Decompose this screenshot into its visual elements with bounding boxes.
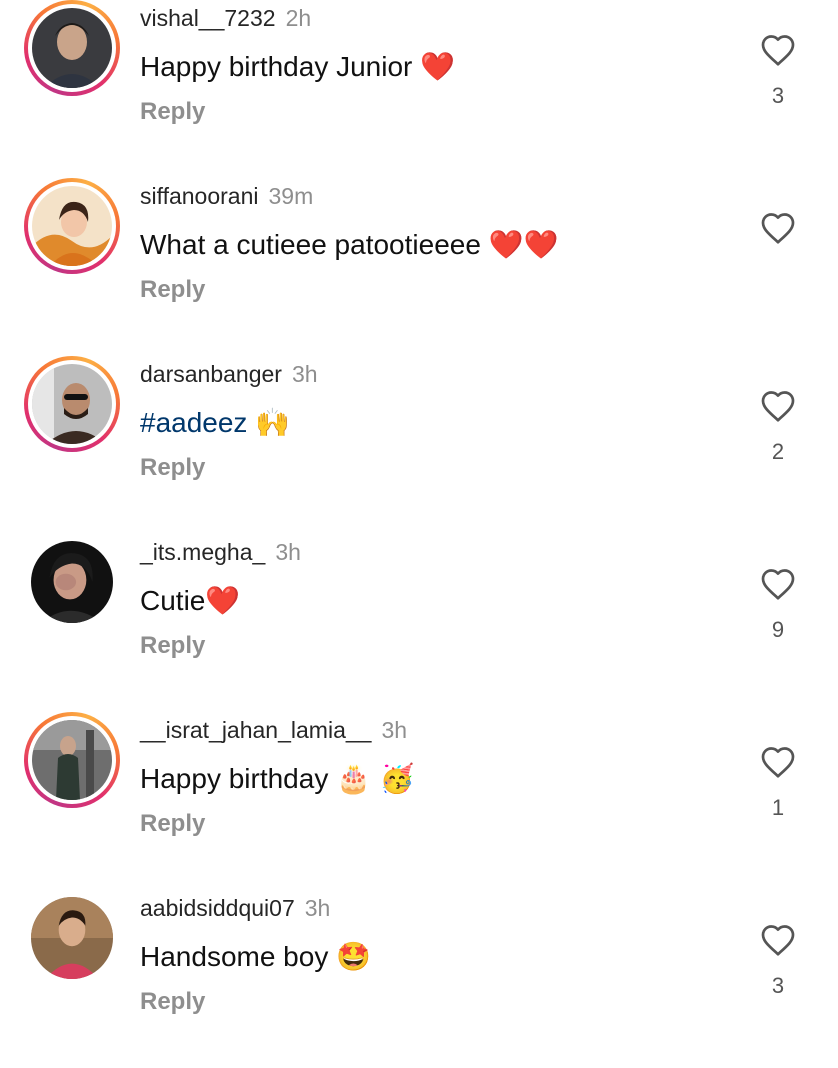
comment-text: Happy birthday Junior ❤️ (140, 47, 455, 87)
avatar (31, 541, 113, 623)
comment-item: vishal__7232 2h Happy birthday Junior ❤️ … (0, 0, 838, 178)
timestamp: 3h (304, 895, 331, 921)
reply-button[interactable]: Reply (140, 96, 205, 128)
username[interactable]: __israt_jahan_lamia__ (140, 717, 371, 743)
comment-item: _its.megha_ 3h Cutie❤️ Reply 9 (0, 534, 838, 712)
comment-body: Happy birthday Junior (140, 51, 413, 82)
comment-text: #aadeez 🙌 (140, 403, 290, 443)
comment-emoji: 🤩 (336, 940, 371, 973)
avatar-story-ring[interactable] (24, 178, 120, 274)
heart-outline-icon[interactable] (760, 745, 796, 779)
avatar (32, 364, 112, 444)
like-count: 3 (771, 83, 785, 108)
hashtag-link[interactable]: #aadeez (140, 407, 247, 438)
comment-body: Cutie (140, 585, 206, 616)
reply-button[interactable]: Reply (140, 274, 205, 306)
avatar-story-ring[interactable] (24, 356, 120, 452)
comment-body: Happy birthday (140, 763, 329, 794)
heart-outline-icon[interactable] (760, 33, 796, 67)
avatar (32, 8, 112, 88)
username[interactable]: aabidsiddqui07 (140, 895, 295, 921)
comment-item: aabidsiddqui07 3h Handsome boy 🤩 Reply 3 (0, 890, 838, 1068)
comment-text: Cutie❤️ (140, 581, 240, 621)
heart-outline-icon[interactable] (760, 211, 796, 245)
reply-button[interactable]: Reply (140, 808, 205, 840)
timestamp: 3h (275, 539, 301, 565)
reply-button[interactable]: Reply (140, 986, 205, 1018)
comment-text: What a cutieee patootieeee ❤️❤️ (140, 225, 558, 265)
avatar (32, 186, 112, 266)
comment-header: aabidsiddqui07 3h (140, 893, 330, 923)
comment-emoji: 🎂 🥳 (336, 762, 415, 795)
comment-body: Handsome boy (140, 941, 329, 972)
timestamp: 3h (291, 361, 318, 387)
avatar (32, 720, 112, 800)
like-count: 9 (771, 617, 785, 642)
comment-header: __israt_jahan_lamia__ 3h (140, 715, 407, 745)
comment-text: Handsome boy 🤩 (140, 937, 371, 977)
comment-emoji: ❤️ (205, 584, 241, 617)
username[interactable]: _its.megha_ (140, 539, 265, 565)
avatar-container[interactable] (24, 890, 120, 986)
comment-emoji: 🙌 (255, 406, 291, 439)
avatar (31, 897, 113, 979)
comment-header: _its.megha_ 3h (140, 537, 301, 567)
username[interactable]: vishal__7232 (140, 5, 276, 31)
comment-header: darsanbanger 3h (140, 359, 318, 389)
comment-item: siffanoorani 39m What a cutieee patootiee… (0, 178, 838, 356)
comment-text: Happy birthday 🎂 🥳 (140, 759, 415, 799)
comment-body: What a cutieee patootieeee (140, 229, 481, 260)
heart-outline-icon[interactable] (760, 567, 796, 601)
reply-button[interactable]: Reply (140, 452, 205, 484)
comment-header: vishal__7232 2h (140, 3, 311, 33)
timestamp: 2h (285, 5, 312, 31)
heart-outline-icon[interactable] (760, 389, 796, 423)
avatar-story-ring[interactable] (24, 0, 120, 96)
reply-button[interactable]: Reply (140, 630, 205, 662)
comment-item: __israt_jahan_lamia__ 3h Happy birthday 🎂… (0, 712, 838, 890)
heart-outline-icon[interactable] (760, 923, 796, 957)
timestamp: 3h (381, 717, 408, 743)
timestamp: 39m (268, 183, 314, 209)
username[interactable]: darsanbanger (140, 361, 282, 387)
avatar-container[interactable] (24, 534, 120, 630)
comment-list: vishal__7232 2h Happy birthday Junior ❤️ … (0, 0, 838, 1024)
comment-emoji: ❤️ (420, 50, 456, 83)
comment-header: siffanoorani 39m (140, 181, 313, 211)
username[interactable]: siffanoorani (140, 183, 259, 209)
avatar-story-ring[interactable] (24, 712, 120, 808)
comment-item: darsanbanger 3h #aadeez 🙌 Reply 2 (0, 356, 838, 534)
like-count: 1 (771, 795, 785, 820)
like-count: 2 (771, 439, 785, 464)
like-count: 3 (771, 973, 785, 998)
comment-emoji: ❤️❤️ (488, 228, 559, 261)
